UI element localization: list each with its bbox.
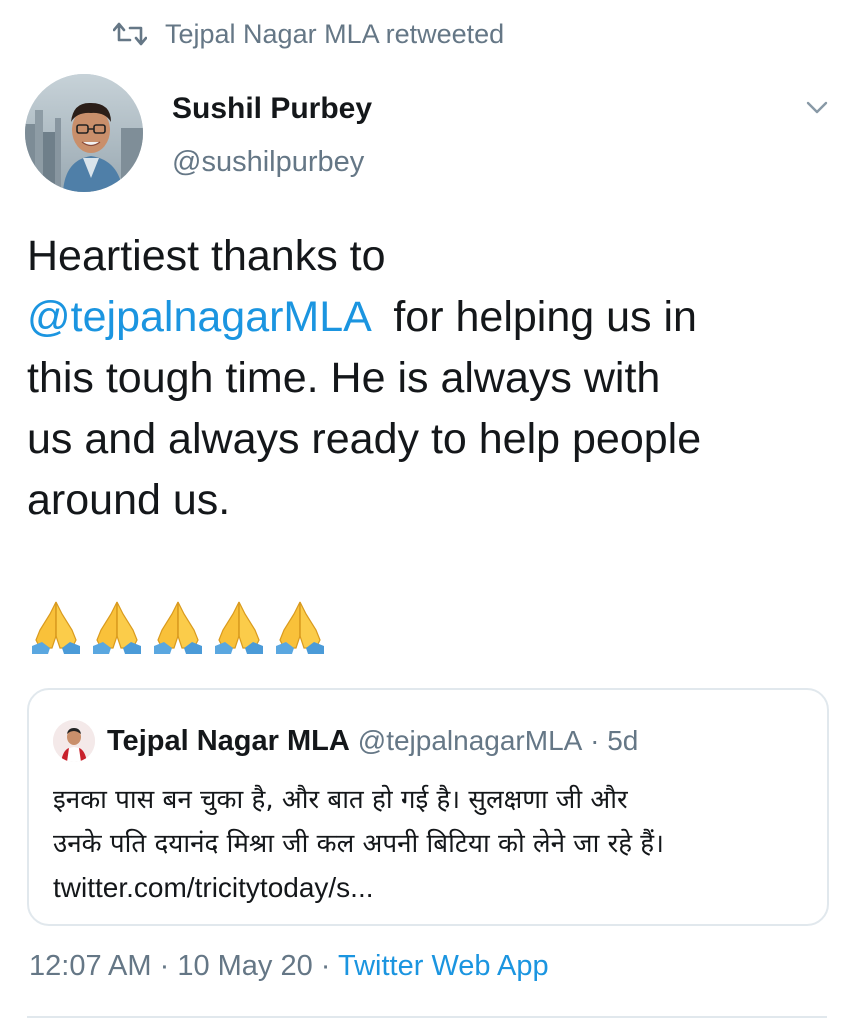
tweet-source-link[interactable]: Twitter Web App — [338, 950, 549, 982]
retweet-icon — [113, 22, 147, 46]
quoted-author-name[interactable]: Tejpal Nagar MLA — [107, 725, 350, 758]
author-handle[interactable]: @sushilpurbey — [172, 146, 364, 179]
folded-hands-icon — [31, 601, 81, 655]
quoted-tweet-line: उनके पति दयानंद मिश्रा जी कल अपनी बिटिया… — [53, 829, 664, 859]
meta-separator: · — [312, 950, 338, 982]
quoted-tweet-line: इनका पास बन चुका है, और बात हो गई है। सु… — [53, 785, 628, 815]
meta-separator: · — [582, 725, 608, 756]
tweet-metadata: 12:07 AM · 10 May 20 · Twitter Web App — [29, 950, 549, 983]
tweet-line: Heartiest thanks to — [27, 232, 386, 280]
chevron-down-icon[interactable] — [802, 92, 832, 122]
folded-hands-icon — [214, 601, 264, 655]
quoted-tweet-header: Tejpal Nagar MLA @tejpalnagarMLA · 5d — [53, 720, 638, 762]
tweet-text: Heartiest thanks to @tejpalnagarMLA for … — [27, 226, 827, 531]
tweet-line: around us. — [27, 476, 231, 524]
quoted-tweet-age: 5d — [607, 725, 639, 756]
tweet-date[interactable]: 10 May 20 — [177, 950, 312, 982]
quoted-author-handle[interactable]: @tejpalnagarMLA — [358, 725, 583, 757]
folded-hands-icon — [92, 601, 142, 655]
user-avatar-icon — [25, 74, 143, 192]
divider — [27, 1016, 827, 1018]
retweet-label: Tejpal Nagar MLA retweeted — [165, 18, 505, 49]
tweet-line: this tough time. He is always with — [27, 354, 661, 402]
quoted-author-avatar[interactable] — [53, 720, 95, 762]
emoji-row — [28, 596, 328, 656]
folded-hands-icon — [153, 601, 203, 655]
quoted-tweet-card[interactable]: Tejpal Nagar MLA @tejpalnagarMLA · 5d इन… — [27, 688, 829, 926]
quoted-user-avatar-icon — [53, 720, 95, 762]
meta-separator: · — [151, 950, 178, 982]
folded-hands-icon — [275, 601, 325, 655]
quoted-tweet-link[interactable]: twitter.com/tricitytoday/s... — [53, 866, 813, 910]
tweet-line-rest: for helping us in — [369, 293, 697, 341]
retweet-banner[interactable]: Tejpal Nagar MLA retweeted — [113, 14, 504, 54]
author-name[interactable]: Sushil Purbey — [172, 92, 372, 126]
quoted-tweet-text: इनका पास बन चुका है, और बात हो गई है। सु… — [53, 778, 813, 910]
tweet-line: @tejpalnagarMLA for helping us in — [27, 287, 827, 348]
tweet-line: us and always ready to help people — [27, 415, 702, 463]
author-avatar[interactable] — [25, 74, 143, 192]
tweet-time[interactable]: 12:07 AM — [29, 950, 152, 982]
mention-link[interactable]: @tejpalnagarMLA — [27, 293, 369, 341]
